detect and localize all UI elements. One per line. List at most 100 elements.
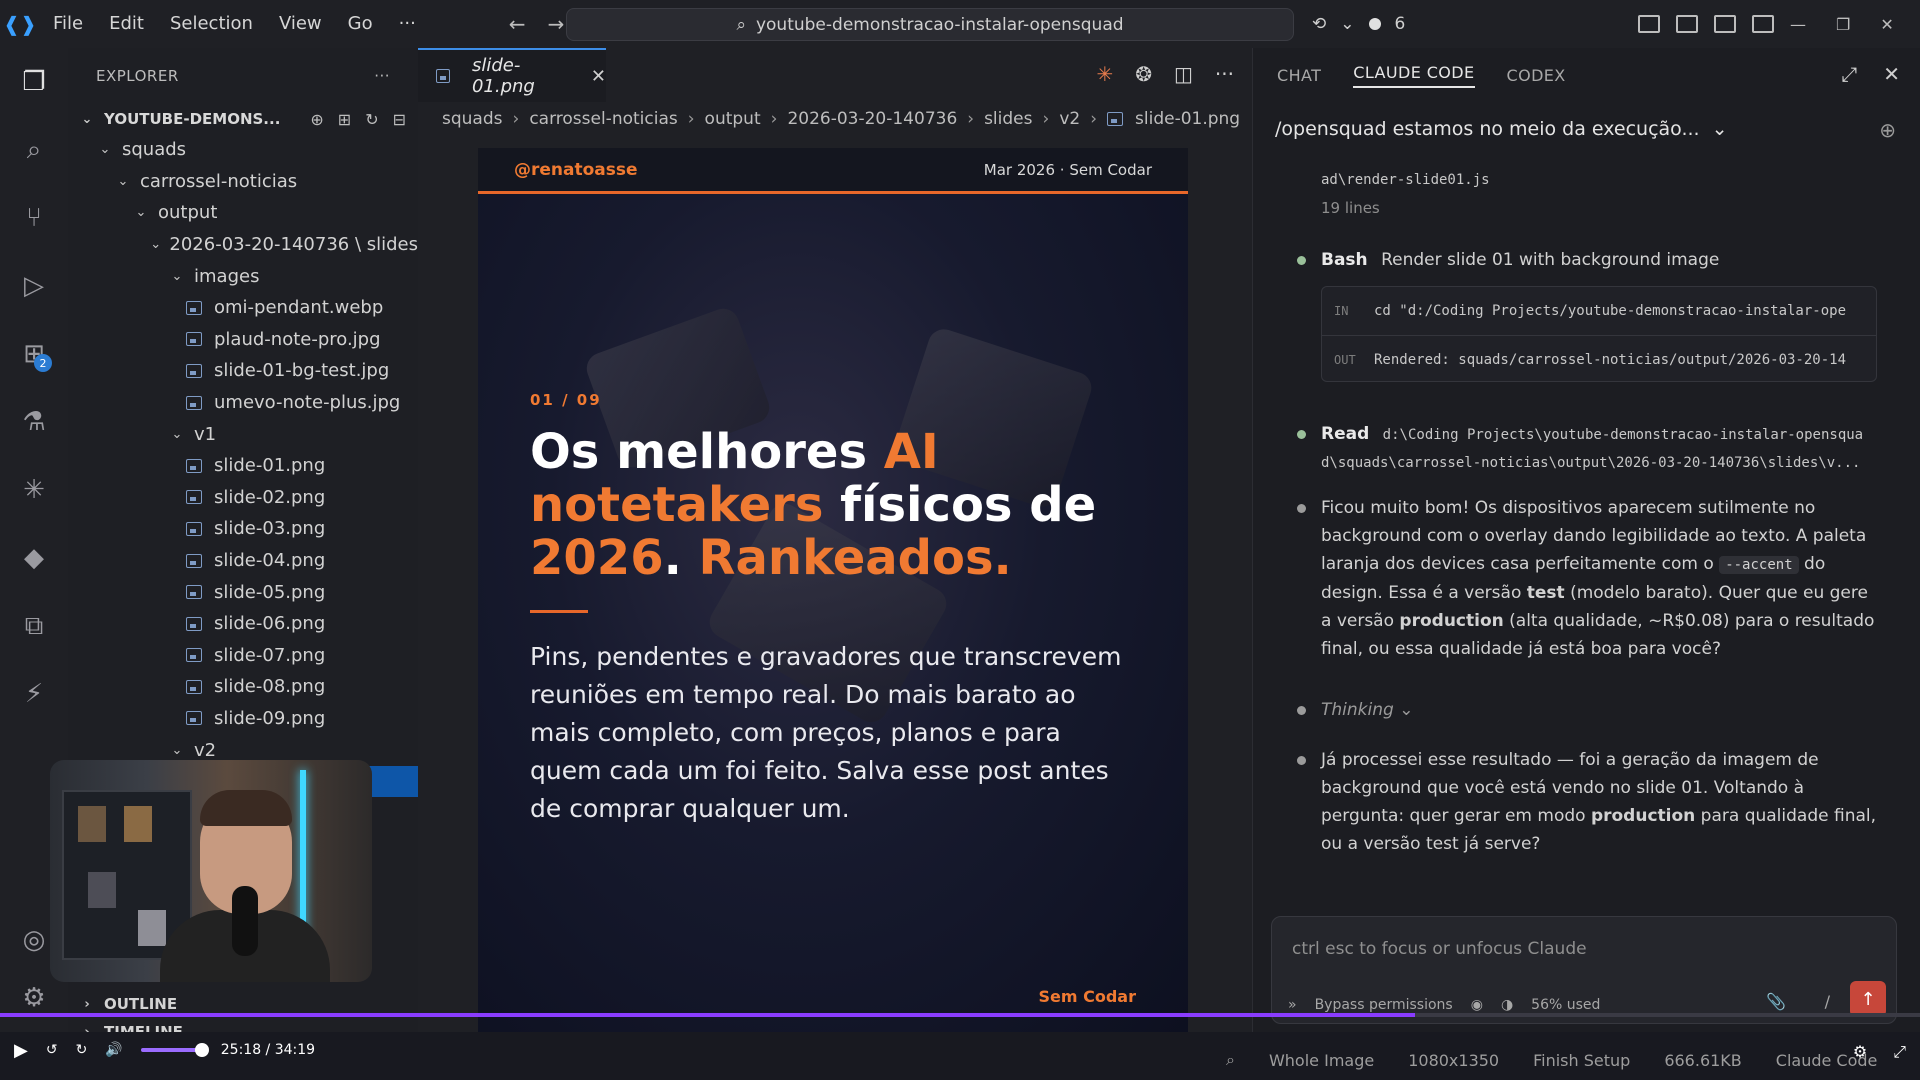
run-debug-icon[interactable]: ▷ <box>14 266 54 306</box>
lightning-icon[interactable]: ⚡ <box>14 674 54 714</box>
rewind-10-icon[interactable]: ↺ <box>46 1042 58 1058</box>
split-editor-icon[interactable]: ◫ <box>1174 62 1193 86</box>
breadcrumb-item[interactable]: carrossel-noticias <box>529 109 677 129</box>
bash-io-box[interactable]: IN cd "d:/Coding Projects/youtube-demons… <box>1321 286 1877 382</box>
menu-selection[interactable]: Selection <box>157 0 266 48</box>
refresh-icon[interactable]: ↻ <box>365 110 378 129</box>
tree-file[interactable]: slide-04.png <box>68 545 418 577</box>
notification-count[interactable]: 6 <box>1395 14 1406 34</box>
read-path-cont[interactable]: d\squads\carrossel-noticias\output\2026-… <box>1321 449 1883 477</box>
menu-more[interactable]: ··· <box>386 0 429 48</box>
tree-file[interactable]: slide-08.png <box>68 671 418 703</box>
openai-icon[interactable]: ❂ <box>1135 62 1152 86</box>
status-finish-setup[interactable]: Finish Setup <box>1533 1051 1630 1070</box>
collapse-all-icon[interactable]: ⊟ <box>393 110 406 129</box>
volume-slider[interactable] <box>140 1043 209 1057</box>
bypass-permissions-toggle[interactable]: Bypass permissions <box>1315 997 1453 1013</box>
tab-claude-code[interactable]: CLAUDE CODE <box>1353 63 1475 88</box>
menu-go[interactable]: Go <box>335 0 386 48</box>
thinking-block[interactable]: Thinking ⌄ <box>1297 696 1883 724</box>
claude-spark-icon[interactable]: ✳ <box>14 470 54 510</box>
explorer-files-icon[interactable]: ❐ <box>14 62 54 102</box>
forward-arrow-icon[interactable]: → <box>548 12 565 36</box>
explorer-more-icon[interactable]: ··· <box>374 67 390 85</box>
new-session-icon[interactable]: ⊕ <box>1879 118 1896 142</box>
zoom-icon[interactable]: ⌕ <box>1226 1050 1235 1070</box>
claude-spark-icon[interactable]: ✳ <box>1096 62 1113 86</box>
breadcrumb-item[interactable]: slides <box>984 109 1032 129</box>
forward-10-icon[interactable]: ↻ <box>76 1042 88 1058</box>
restore-icon[interactable]: ❐ <box>1836 15 1850 34</box>
tree-file[interactable]: slide-03.png <box>68 513 418 545</box>
session-title[interactable]: /opensquad estamos no meio da execução..… <box>1275 118 1728 140</box>
fullscreen-icon[interactable]: ⤢ <box>1893 1042 1906 1062</box>
python-icon[interactable]: ◆ <box>14 538 54 578</box>
tree-folder[interactable]: ⌄ 2026-03-20-140736 \ slides <box>68 229 418 261</box>
volume-icon[interactable]: 🔊 <box>105 1042 122 1058</box>
status-whole-image[interactable]: Whole Image <box>1269 1051 1374 1070</box>
maximize-icon[interactable]: ⤢ <box>1841 62 1857 86</box>
source-control-icon[interactable]: ⑂ <box>14 198 54 238</box>
attach-paperclip-icon[interactable]: 📎 <box>1766 992 1786 1011</box>
search-icon[interactable]: ⌕ <box>14 130 54 170</box>
chat-input-placeholder[interactable]: ctrl esc to focus or unfocus Claude <box>1292 939 1587 959</box>
slash-command-button[interactable]: / <box>1825 992 1830 1011</box>
tree-file[interactable]: slide-06.png <box>68 608 418 640</box>
volume-knob[interactable] <box>194 1043 209 1057</box>
menu-view[interactable]: View <box>266 0 335 48</box>
customize-layout-icon[interactable] <box>1638 15 1660 33</box>
toggle-secondary-sidebar-icon[interactable] <box>1752 15 1774 33</box>
close-icon[interactable]: ✕ <box>1883 62 1900 86</box>
tree-folder[interactable]: ⌄ output <box>68 197 418 229</box>
play-icon[interactable]: ▶ <box>14 1040 28 1061</box>
tree-file[interactable]: slide-02.png <box>68 482 418 514</box>
menu-file[interactable]: File <box>40 0 96 48</box>
toggle-panel-icon[interactable] <box>1714 15 1736 33</box>
eye-icon[interactable]: ◉ <box>1471 997 1483 1013</box>
tree-file[interactable]: slide-01-bg-test.jpg <box>68 355 418 387</box>
breadcrumb-item[interactable]: slide-01.png <box>1135 109 1240 129</box>
menu-edit[interactable]: Edit <box>96 0 157 48</box>
remote-explorer-icon[interactable]: ⧉ <box>14 606 54 646</box>
tree-file[interactable]: slide-01.png <box>68 450 418 482</box>
tree-file[interactable]: slide-09.png <box>68 703 418 735</box>
tree-file[interactable]: omi-pendant.webp <box>68 292 418 324</box>
copilot-chat-icon[interactable]: ⟲ <box>1312 14 1326 34</box>
chevron-down-icon[interactable]: ⌄ <box>1340 14 1354 34</box>
tree-folder[interactable]: ⌄ carrossel-noticias <box>68 166 418 198</box>
send-button[interactable]: ↑ <box>1850 981 1886 1017</box>
tab-codex[interactable]: CODEX <box>1507 66 1566 85</box>
breadcrumb-item[interactable]: squads <box>442 109 503 129</box>
tree-file[interactable]: slide-07.png <box>68 640 418 672</box>
more-actions-icon[interactable]: ··· <box>1215 62 1234 86</box>
new-folder-icon[interactable]: ⊞ <box>338 110 351 129</box>
new-file-icon[interactable]: ⊕ <box>310 110 323 129</box>
tree-file[interactable]: slide-05.png <box>68 576 418 608</box>
tree-file[interactable]: plaud-note-pro.jpg <box>68 324 418 356</box>
breadcrumb-item[interactable]: output <box>705 109 761 129</box>
tree-folder[interactable]: ⌄ images <box>68 260 418 292</box>
timeline-section[interactable]: › TIMELINE <box>68 1016 418 1032</box>
breadcrumb-item[interactable]: 2026-03-20-140736 <box>787 109 957 129</box>
tab-chat[interactable]: CHAT <box>1277 66 1321 85</box>
settings-gear-icon[interactable]: ⚙ <box>1853 1042 1867 1062</box>
toggle-sidebar-icon[interactable] <box>1676 15 1698 33</box>
minimize-icon[interactable]: — <box>1790 15 1806 34</box>
tab-slide-01[interactable]: slide-01.png ✕ <box>418 48 606 102</box>
extensions-icon[interactable]: ⊞ 2 <box>14 334 54 374</box>
testing-flask-icon[interactable]: ⚗ <box>14 402 54 442</box>
close-icon[interactable]: ✕ <box>591 66 606 87</box>
workspace-root[interactable]: ⌄ YOUTUBE-DEMONS... ⊕ ⊞ ↻ ⊟ <box>68 104 418 134</box>
breadcrumb-item[interactable]: v2 <box>1059 109 1080 129</box>
tree-folder[interactable]: ⌄ v1 <box>68 418 418 450</box>
settings-gear-icon[interactable]: ⚙ <box>14 978 54 1018</box>
breadcrumb: squads › carrossel-noticias › output › 2026-03… <box>442 104 1240 134</box>
tree-file[interactable]: umevo-note-plus.jpg <box>68 387 418 419</box>
close-window-icon[interactable]: ✕ <box>1880 15 1893 34</box>
back-arrow-icon[interactable]: ← <box>509 12 526 36</box>
read-path[interactable]: d:\Coding Projects\youtube-demonstracao-… <box>1383 427 1863 443</box>
chat-input-box[interactable]: ctrl esc to focus or unfocus Claude » By… <box>1271 916 1897 1024</box>
tree-folder[interactable]: ⌄ squads <box>68 134 418 166</box>
command-center-search[interactable]: ⌕ youtube-demonstracao-instalar-opensqua… <box>566 8 1294 41</box>
account-icon[interactable]: ◎ <box>14 920 54 960</box>
